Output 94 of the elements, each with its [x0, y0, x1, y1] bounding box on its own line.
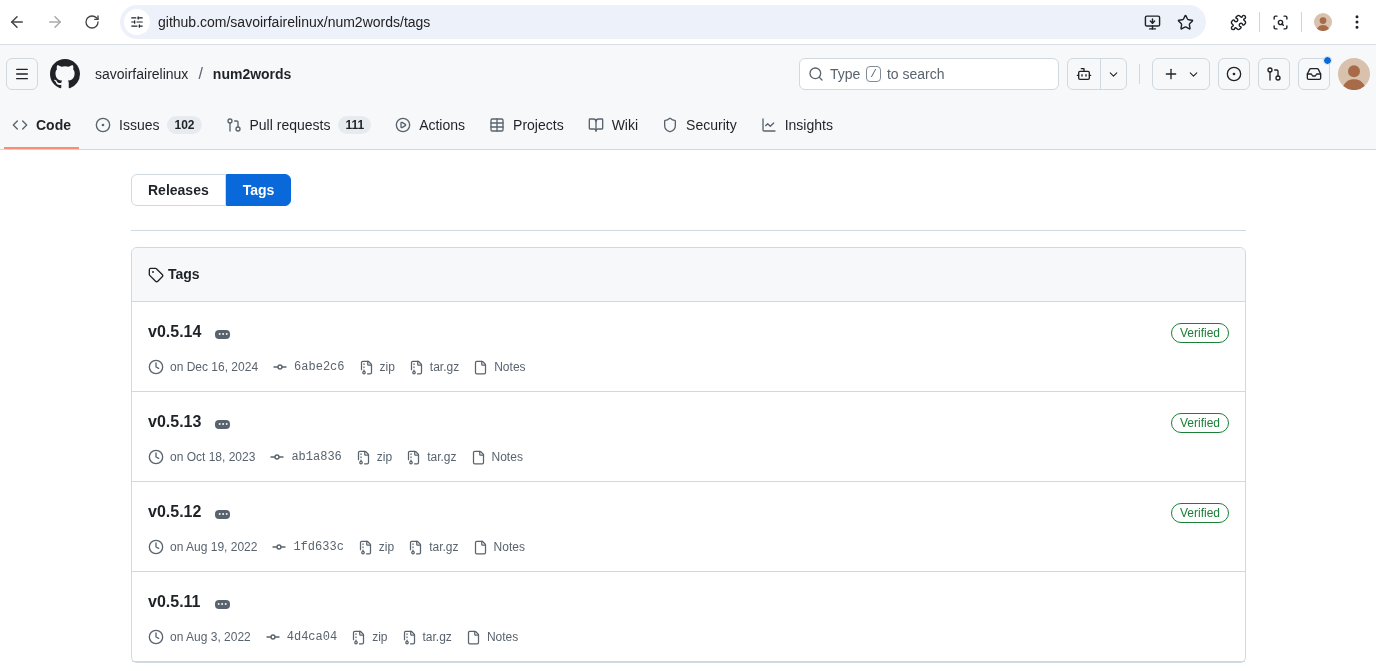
menu-button[interactable]: [6, 58, 38, 90]
zip-link[interactable]: zip: [378, 538, 395, 556]
ellipsis-button[interactable]: [215, 419, 231, 429]
owner-link[interactable]: savoirfairelinux: [95, 63, 189, 85]
tag-icon: [148, 266, 164, 283]
book-icon: [587, 117, 604, 133]
file-icon: [470, 449, 486, 465]
avatar-icon[interactable]: [1314, 13, 1332, 31]
notes-link[interactable]: Notes: [493, 538, 525, 556]
address-bar[interactable]: github.com/savoirfairelinux/num2words/tags: [120, 5, 1206, 39]
notes-link[interactable]: Notes: [491, 448, 523, 466]
inbox-button[interactable]: [1298, 58, 1330, 90]
table-icon: [489, 117, 506, 133]
copilot-button[interactable]: [1067, 58, 1127, 90]
url-text: github.com/savoirfairelinux/num2words/tags: [158, 12, 431, 32]
tag-date: on Aug 19, 2022: [170, 539, 258, 556]
github-logo-icon[interactable]: [50, 59, 80, 89]
tar-link[interactable]: tar.gz: [429, 358, 460, 376]
tag-date: on Dec 16, 2024: [170, 359, 259, 376]
counter-badge: 111: [338, 116, 372, 134]
search-icon: [808, 66, 824, 82]
tar-link[interactable]: tar.gz: [429, 538, 459, 556]
archive-icon: [351, 629, 367, 645]
tar-link[interactable]: tar.gz: [422, 628, 452, 646]
code-icon: [12, 117, 28, 133]
tag-name-link[interactable]: v0.5.12: [148, 500, 202, 524]
notes-link[interactable]: Notes: [486, 628, 519, 646]
create-new-button[interactable]: [1152, 58, 1210, 90]
toggle-button[interactable]: Releases: [131, 174, 226, 206]
tag-date: on Oct 18, 2023: [170, 449, 256, 466]
reload-icon[interactable]: [84, 14, 100, 30]
file-icon: [465, 629, 481, 645]
toggle-button[interactable]: Tags: [225, 174, 292, 206]
file-icon: [472, 539, 488, 555]
hamburger-icon: [14, 66, 30, 82]
site-settings-icon[interactable]: [130, 15, 144, 29]
clock-icon: [148, 539, 164, 555]
clock-icon: [148, 629, 164, 645]
path-separator: /: [198, 64, 203, 84]
install-icon[interactable]: [1144, 13, 1161, 31]
panel-title: Tags: [168, 265, 200, 284]
commit-link[interactable]: 1fd633c: [293, 538, 344, 556]
archive-icon: [358, 359, 374, 375]
copilot-icon: [1076, 66, 1092, 82]
tag-date: on Aug 3, 2022: [170, 629, 251, 646]
pull-request-icon: [225, 117, 242, 133]
archive-icon: [355, 449, 371, 465]
clock-icon: [148, 449, 164, 465]
ellipsis-button[interactable]: [215, 329, 231, 339]
zip-link[interactable]: zip: [376, 448, 393, 466]
file-icon: [473, 359, 489, 375]
commit-link[interactable]: 4d4ca04: [286, 628, 338, 646]
avatar-icon[interactable]: [1338, 58, 1370, 90]
repo-nav-tab[interactable]: Issues 102: [87, 103, 210, 149]
repo-nav-tab[interactable]: Code: [4, 103, 79, 149]
issues-button[interactable]: [1218, 58, 1250, 90]
ellipsis-button[interactable]: [214, 599, 230, 609]
tar-link[interactable]: tar.gz: [427, 448, 457, 466]
notes-link[interactable]: Notes: [494, 358, 526, 376]
search-field[interactable]: Type / to search: [799, 58, 1059, 90]
lens-icon[interactable]: [1272, 13, 1289, 31]
bookmark-star-icon[interactable]: [1177, 13, 1194, 31]
back-icon[interactable]: [8, 13, 26, 31]
repo-nav-tab[interactable]: Security: [654, 103, 745, 149]
archive-icon: [408, 359, 424, 375]
zip-link[interactable]: zip: [379, 358, 395, 376]
tag-name-link[interactable]: v0.5.14: [148, 320, 202, 344]
commit-link[interactable]: 6abe2c6: [294, 358, 345, 376]
clock-icon: [148, 359, 164, 375]
tag-name-link[interactable]: v0.5.11: [148, 590, 201, 614]
extensions-icon[interactable]: [1230, 13, 1247, 31]
archive-icon: [406, 449, 422, 465]
graph-icon: [760, 117, 777, 133]
counter-badge: 102: [167, 116, 202, 134]
archive-icon: [408, 539, 424, 555]
zip-link[interactable]: zip: [372, 628, 388, 646]
repo-nav-tab[interactable]: Pull requests 111: [217, 103, 380, 149]
commit-link[interactable]: ab1a836: [291, 448, 342, 466]
repo-nav-tab[interactable]: Wiki: [579, 103, 647, 149]
pull-request-icon: [1266, 66, 1282, 82]
inbox-icon: [1306, 66, 1322, 82]
archive-icon: [357, 539, 373, 555]
repo-nav-tab[interactable]: Actions: [387, 103, 474, 149]
issue-icon: [1226, 66, 1242, 82]
repo-nav-tab[interactable]: Insights: [752, 103, 841, 149]
repo-link[interactable]: num2words: [212, 63, 292, 85]
play-icon: [395, 117, 412, 133]
issue-icon: [95, 117, 111, 133]
repo-nav-tab[interactable]: Projects: [481, 103, 572, 149]
shield-icon: [662, 117, 679, 133]
pull-requests-button[interactable]: [1258, 58, 1290, 90]
tag-name-link[interactable]: v0.5.13: [148, 410, 202, 434]
archive-icon: [401, 629, 417, 645]
ellipsis-button[interactable]: [215, 509, 231, 519]
